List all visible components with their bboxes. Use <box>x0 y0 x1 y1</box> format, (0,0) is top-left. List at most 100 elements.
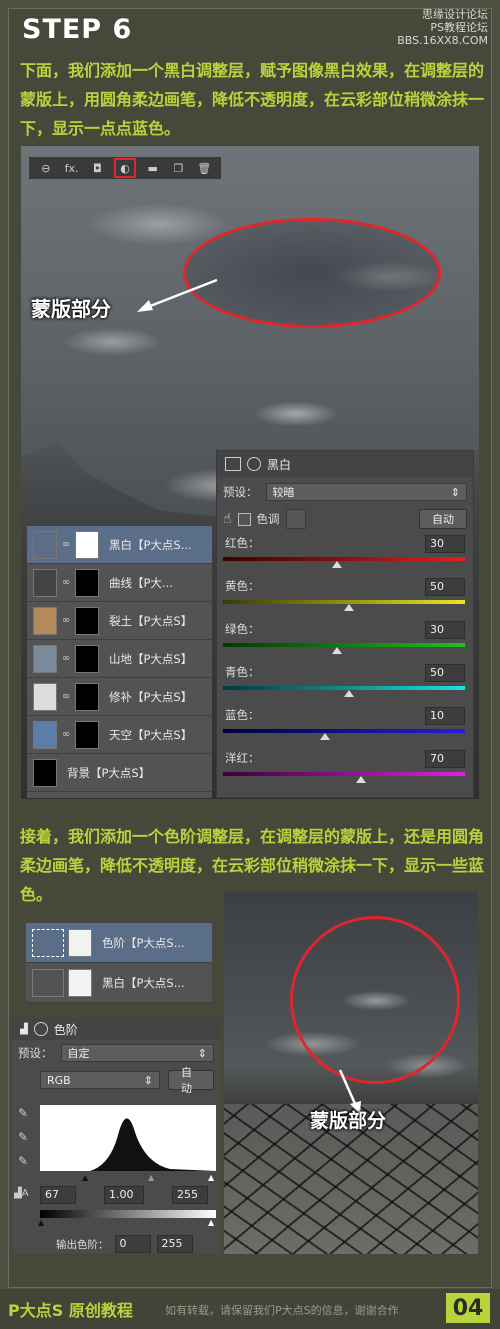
slider-knob[interactable] <box>344 604 354 611</box>
levels-header: ▟ 色阶 <box>12 1018 220 1040</box>
trash-icon[interactable]: 🗑 <box>195 160 213 176</box>
levels-preset-row: 预设： 自定 ⇕ <box>12 1040 220 1066</box>
layer-thumbnail <box>33 568 57 597</box>
watermark: 思缘设计论坛 PS教程论坛 BBS.16XX8.COM <box>397 8 488 47</box>
slider-track[interactable] <box>223 557 465 561</box>
layer-mask-thumbnail[interactable] <box>75 720 99 749</box>
gray-eyedropper-icon[interactable]: ✎ <box>18 1130 28 1144</box>
preset-value: 较暗 <box>272 486 295 499</box>
tint-swatch[interactable] <box>285 509 306 529</box>
step-title: STEP 6 <box>22 14 133 45</box>
layer-row[interactable]: ∞ 修补【P大点S】 <box>27 678 212 716</box>
layer-row[interactable]: 背景【P大点S】 <box>27 754 212 792</box>
layer-mask-thumbnail[interactable] <box>75 644 99 673</box>
layer-mask-thumbnail[interactable] <box>75 682 99 711</box>
arrow-icon <box>137 278 218 312</box>
channel-select[interactable]: RGB ⇕ <box>40 1071 160 1089</box>
adjustment-icon[interactable]: ◐ <box>114 158 136 178</box>
slider-value-field[interactable]: 50 <box>425 578 465 596</box>
watermark-line1: 思缘设计论坛 <box>422 8 488 21</box>
layer-row[interactable]: ∞ 曲线【P大... <box>27 564 212 602</box>
layer-mask-thumbnail[interactable] <box>68 928 92 957</box>
slider-value-field[interactable]: 10 <box>425 707 465 725</box>
chain-icon[interactable]: ∞ <box>61 691 71 702</box>
slider-track[interactable] <box>223 729 465 733</box>
preset-label: 预设： <box>223 485 258 499</box>
input-white-field[interactable]: 255 <box>172 1186 208 1204</box>
folder-icon[interactable]: ▬ <box>144 160 162 176</box>
chain-icon[interactable]: ∞ <box>61 615 71 626</box>
slider-knob[interactable] <box>331 647 342 654</box>
fx-icon[interactable]: fx. <box>63 160 81 176</box>
layer-mask-thumbnail[interactable] <box>75 530 99 559</box>
tint-checkbox[interactable] <box>237 512 251 526</box>
slider-value-field[interactable]: 30 <box>425 621 465 639</box>
layer-thumbnail <box>33 758 57 787</box>
layer-row[interactable]: ∞ 天空【P大点S】 <box>27 716 212 754</box>
layer-row[interactable]: 色阶【P大点S... <box>26 923 212 963</box>
layer-name: 黑白【P大点S... <box>109 537 192 552</box>
levels-preset-label: 预设： <box>18 1046 53 1060</box>
link-icon[interactable]: ⊖ <box>37 160 55 176</box>
levels-preset-select[interactable]: 自定 ⇕ <box>60 1044 214 1062</box>
input-mid-field[interactable]: 1.00 <box>104 1186 144 1204</box>
white-eyedropper-icon[interactable]: ✎ <box>18 1154 28 1168</box>
mask-icon[interactable] <box>247 457 261 471</box>
slider-knob[interactable] <box>331 561 342 568</box>
hand-tool-icon[interactable]: ☝ <box>223 511 232 527</box>
layers-panel: ∞ 黑白【P大点S... ∞ 曲线【P大... ∞ 裂土【P大点S】 ∞ 山地【P大点S】 ∞ 修… <box>27 526 212 798</box>
output-white-field[interactable]: 255 <box>156 1235 193 1253</box>
input-black-field[interactable]: 67 <box>40 1186 76 1204</box>
slider-knob[interactable] <box>319 733 330 740</box>
layer-row[interactable]: ∞ 山地【P大点S】 <box>27 640 212 678</box>
new-layer-icon[interactable]: ❐ <box>170 160 188 176</box>
slider-track[interactable] <box>223 643 465 647</box>
slider-track[interactable] <box>223 772 465 776</box>
layer-row[interactable]: 黑白【P大点S... <box>26 963 212 1003</box>
layer-name: 色阶【P大点S... <box>102 935 185 950</box>
preset-select[interactable]: 较暗 ⇕ <box>265 483 467 501</box>
clip-warning-icon[interactable]: ▟A <box>14 1188 29 1199</box>
slider-knob[interactable] <box>356 776 367 783</box>
input-slider[interactable]: ▲ ▲ ▲ <box>40 1173 216 1182</box>
layer-mask-thumbnail[interactable] <box>75 568 99 597</box>
layer-row[interactable]: ∞ 黑白【P大点S... <box>27 526 212 564</box>
mask-icon[interactable] <box>33 1022 48 1036</box>
slider-label: 黄色： <box>225 579 260 593</box>
mask-region-ellipse <box>183 218 441 328</box>
channel-value: RGB <box>47 1073 71 1087</box>
slider-value-field[interactable]: 30 <box>425 535 465 553</box>
slider-label: 蓝色： <box>225 708 260 722</box>
histogram <box>40 1105 216 1171</box>
color-slider: 蓝色： 10 <box>217 703 473 746</box>
layer-mask-thumbnail[interactable] <box>75 606 99 635</box>
layer-thumbnail <box>33 530 57 559</box>
layer-name: 修补【P大点S】 <box>109 689 193 704</box>
properties-header: 黑白 <box>217 451 473 477</box>
layer-name: 山地【P大点S】 <box>109 651 193 666</box>
color-sliders: 红色： 30 黄色： 50 绿色： 30 青色： 50 蓝色： 10 洋红： 70 <box>217 531 473 789</box>
chain-icon[interactable]: ∞ <box>61 653 71 664</box>
channel-row: RGB ⇕ 自动 <box>12 1066 220 1095</box>
black-white-adjustment-icon <box>32 968 64 997</box>
chain-icon[interactable]: ∞ <box>61 729 71 740</box>
slider-value-field[interactable]: 50 <box>425 664 465 682</box>
footer-brand: P大点S 原创教程 <box>8 1301 133 1320</box>
auto-button[interactable]: 自动 <box>419 509 467 529</box>
levels-icon: ▟ <box>20 1023 28 1035</box>
slider-knob[interactable] <box>344 690 354 697</box>
slider-value-field[interactable]: 70 <box>425 750 465 768</box>
levels-auto-button[interactable]: 自动 <box>168 1066 214 1095</box>
output-slider[interactable]: ▲ ▲ <box>38 1218 216 1227</box>
layer-mask-thumbnail[interactable] <box>68 968 92 997</box>
layer-name: 背景【P大点S】 <box>67 765 151 780</box>
chain-icon[interactable]: ∞ <box>61 539 71 550</box>
black-eyedropper-icon[interactable]: ✎ <box>18 1106 28 1120</box>
mask-label: 蒙版部分 <box>310 1110 387 1132</box>
layer-row[interactable]: ∞ 裂土【P大点S】 <box>27 602 212 640</box>
chain-icon[interactable]: ∞ <box>61 577 71 588</box>
levels-adjustment-icon <box>32 928 64 957</box>
mask-icon[interactable]: ◘ <box>88 160 106 176</box>
output-black-field[interactable]: 0 <box>114 1235 151 1253</box>
levels-result-screenshot: 蒙版部分 <box>224 892 478 1254</box>
